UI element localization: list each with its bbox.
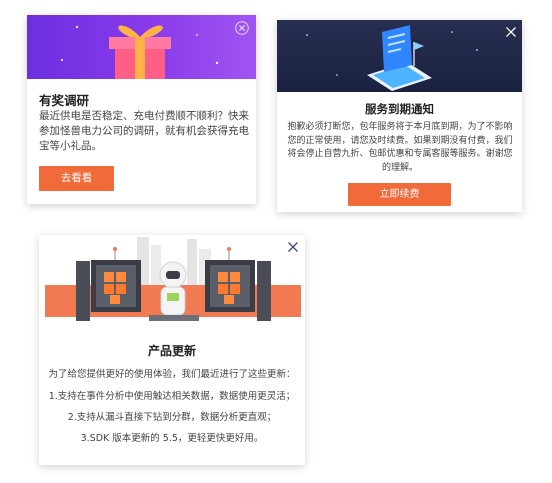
service-description: 抱歉必须打断您，包年服务将于本月底到期，为了不影响您的正常使用，请您及时续费。如… [287, 122, 513, 173]
service-banner [277, 20, 522, 92]
survey-card: 有奖调研 最近供电是否稳定、充电付费顺不顺利？快来参加怪兽电力公司的调研，就有机… [27, 15, 256, 204]
go-see-button[interactable]: 去看看 [39, 166, 114, 191]
update-title: 产品更新 [147, 344, 196, 358]
gift-icon [61, 25, 219, 79]
update-item: 1.支持在事件分析中使用触达相关数据，数据使用更灵活； [48, 391, 296, 402]
survey-title: 有奖调研 [39, 93, 90, 108]
survey-description: 最近供电是否稳定、充电付费顺不顺利？快来参加怪兽电力公司的调研，就有机会获得充电… [39, 110, 249, 152]
service-title: 服务到期通知 [365, 102, 434, 116]
close-icon[interactable] [287, 241, 299, 253]
astronaut-robot-icon [45, 237, 301, 321]
phone-notification-icon [306, 25, 478, 91]
update-illustration [39, 235, 305, 335]
product-update-card: 产品更新 为了给您提供更好的使用体验，我们最近进行了这些更新： 1.支持在事件分… [39, 235, 305, 465]
service-expiry-card: 服务到期通知 抱歉必须打断您，包年服务将于本月底到期，为了不影响您的正常使用，请… [277, 20, 522, 212]
update-intro: 为了给您提供更好的使用体验，我们最近进行了这些更新： [48, 369, 296, 380]
renew-now-button[interactable]: 立即续费 [348, 183, 451, 206]
survey-banner [27, 15, 256, 79]
update-item: 2.支持从漏斗直接下钻到分群，数据分析更直观； [67, 412, 277, 423]
close-icon[interactable] [505, 26, 517, 38]
close-icon[interactable] [235, 21, 249, 35]
update-item: 3.SDK 版本更新的 5.5，更轻更快更好用。 [80, 433, 264, 444]
